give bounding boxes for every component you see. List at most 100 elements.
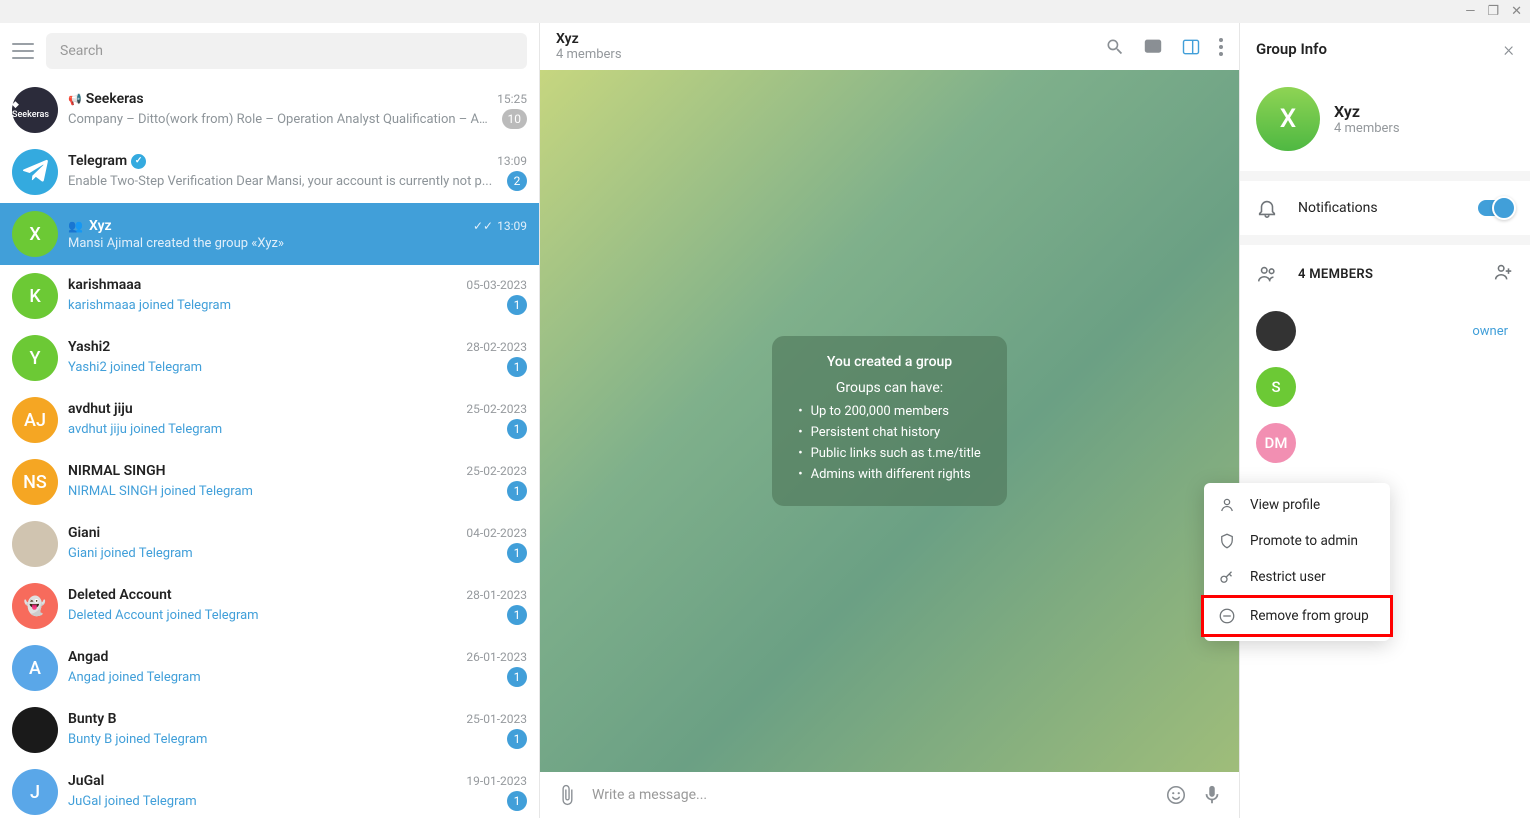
shield-icon	[1218, 532, 1236, 550]
menu-icon[interactable]	[12, 43, 34, 59]
search-input[interactable]	[46, 33, 527, 69]
chat-item[interactable]: 👻 Deleted Account 28-01-2023 Deleted Acc…	[0, 575, 539, 637]
unread-badge: 1	[507, 729, 527, 749]
chat-time: 26-01-2023	[466, 650, 527, 664]
chat-time: 25-02-2023	[466, 402, 527, 416]
chat-time: 05-03-2023	[466, 278, 527, 292]
voice-chat-icon[interactable]	[1143, 37, 1163, 57]
ctx-remove-from-group[interactable]: Remove from group	[1201, 595, 1393, 637]
chat-name: Deleted Account	[68, 587, 172, 603]
search-icon[interactable]	[1105, 37, 1125, 57]
member-context-menu: View profile Promote to admin Restrict u…	[1204, 483, 1390, 641]
ctx-view-profile[interactable]: View profile	[1204, 487, 1390, 523]
chat-name: Bunty B	[68, 711, 117, 727]
chat-item[interactable]: AJ avdhut jiju 25-02-2023 avdhut jiju jo…	[0, 389, 539, 451]
chat-item[interactable]: X 👥 Xyz ✓✓13:09 Mansi Ajimal created the…	[0, 203, 539, 265]
window-minimize[interactable]: —	[1465, 4, 1475, 19]
sidepanel-icon[interactable]	[1181, 37, 1201, 57]
chat-sidebar: ◆ Seekeras 📢 Seekeras 15:25 Company – Di…	[0, 23, 540, 818]
chat-name: Angad	[68, 649, 108, 665]
chat-time: 25-01-2023	[466, 712, 527, 726]
bell-icon	[1256, 197, 1278, 219]
chat-preview: Yashi2 joined Telegram	[68, 360, 499, 375]
chat-preview: Enable Two-Step Verification Dear Mansi,…	[68, 174, 499, 189]
chat-avatar: J	[12, 769, 58, 815]
member-item[interactable]: owner	[1248, 303, 1522, 359]
chat-time: 13:09	[497, 154, 527, 168]
member-list: owner S DM	[1240, 303, 1530, 471]
chat-avatar: X	[12, 211, 58, 257]
chat-name: Telegram	[68, 153, 146, 169]
info-header-title: Group Info	[1256, 40, 1327, 58]
chat-time: 04-02-2023	[466, 526, 527, 540]
conversation-title[interactable]: Xyz	[556, 31, 1105, 47]
chat-name: karishmaaa	[68, 277, 141, 293]
chat-avatar	[12, 707, 58, 753]
group-created-card: You created a group Groups can have: Up …	[772, 336, 1007, 506]
chat-preview: karishmaaa joined Telegram	[68, 298, 499, 313]
chat-name: Giani	[68, 525, 100, 541]
card-bullet: Persistent chat history	[798, 425, 981, 440]
notifications-toggle[interactable]	[1478, 200, 1514, 216]
chat-item[interactable]: NS NIRMAL SINGH 25-02-2023 NIRMAL SINGH …	[0, 451, 539, 513]
conversation-header: Xyz 4 members	[540, 23, 1239, 70]
group-summary[interactable]: X Xyz 4 members	[1240, 75, 1530, 171]
window-maximize[interactable]: ❐	[1487, 4, 1499, 19]
chat-item[interactable]: A Angad 26-01-2023 Angad joined Telegram…	[0, 637, 539, 699]
remove-icon	[1218, 607, 1236, 625]
chat-name: avdhut jiju	[68, 401, 133, 417]
chat-preview: Mansi Ajimal created the group «Xyz»	[68, 236, 519, 251]
group-name: Xyz	[1334, 102, 1400, 121]
ctx-restrict-user[interactable]: Restrict user	[1204, 559, 1390, 595]
card-bullet: Admins with different rights	[798, 467, 981, 482]
add-member-icon[interactable]	[1492, 261, 1514, 287]
chat-item[interactable]: Telegram 13:09 Enable Two-Step Verificat…	[0, 141, 539, 203]
voice-record-icon[interactable]	[1201, 784, 1223, 806]
chat-preview: Company – Ditto(work from) Role – Operat…	[68, 112, 494, 127]
chat-preview: Deleted Account joined Telegram	[68, 608, 499, 623]
unread-badge: 1	[507, 543, 527, 563]
notifications-label: Notifications	[1298, 200, 1458, 216]
chat-avatar: Y	[12, 335, 58, 381]
chat-item[interactable]: ◆ Seekeras 📢 Seekeras 15:25 Company – Di…	[0, 79, 539, 141]
chat-avatar	[12, 521, 58, 567]
chat-avatar	[12, 149, 58, 195]
card-bullet: Up to 200,000 members	[798, 404, 981, 419]
group-subtitle: 4 members	[1334, 121, 1400, 136]
message-composer	[540, 772, 1239, 818]
member-avatar: S	[1256, 367, 1296, 407]
unread-badge: 1	[507, 419, 527, 439]
notifications-row[interactable]: Notifications	[1240, 181, 1530, 235]
unread-badge: 1	[507, 605, 527, 625]
chat-avatar: AJ	[12, 397, 58, 443]
member-avatar	[1256, 311, 1296, 351]
attach-icon[interactable]	[556, 784, 578, 806]
member-item[interactable]: DM	[1248, 415, 1522, 471]
message-input[interactable]	[592, 787, 1151, 803]
more-icon[interactable]	[1219, 38, 1223, 56]
chat-preview: Giani joined Telegram	[68, 546, 499, 561]
chat-avatar: ◆ Seekeras	[12, 87, 58, 133]
ctx-promote-admin[interactable]: Promote to admin	[1204, 523, 1390, 559]
chat-time: 15:25	[497, 92, 527, 106]
conversation-subtitle: 4 members	[556, 47, 1105, 62]
chat-time: 25-02-2023	[466, 464, 527, 478]
chat-item[interactable]: Giani 04-02-2023 Giani joined Telegram 1	[0, 513, 539, 575]
chat-name: NIRMAL SINGH	[68, 463, 166, 479]
chat-item[interactable]: Y Yashi2 28-02-2023 Yashi2 joined Telegr…	[0, 327, 539, 389]
unread-badge: 2	[507, 171, 527, 191]
card-subheading: Groups can have:	[798, 380, 981, 396]
member-item[interactable]: S	[1248, 359, 1522, 415]
unread-badge: 1	[507, 791, 527, 811]
chat-avatar: 👻	[12, 583, 58, 629]
chat-item[interactable]: J JuGal 19-01-2023 JuGal joined Telegram…	[0, 761, 539, 818]
chat-item[interactable]: K karishmaaa 05-03-2023 karishmaaa joine…	[0, 265, 539, 327]
chat-preview: Angad joined Telegram	[68, 670, 499, 685]
chat-preview: avdhut jiju joined Telegram	[68, 422, 499, 437]
window-close[interactable]: ✕	[1511, 4, 1522, 19]
close-icon[interactable]: ×	[1504, 37, 1514, 61]
chat-name: 👥 Xyz	[68, 218, 112, 234]
emoji-icon[interactable]	[1165, 784, 1187, 806]
chat-name: JuGal	[68, 773, 104, 789]
chat-item[interactable]: Bunty B 25-01-2023 Bunty B joined Telegr…	[0, 699, 539, 761]
